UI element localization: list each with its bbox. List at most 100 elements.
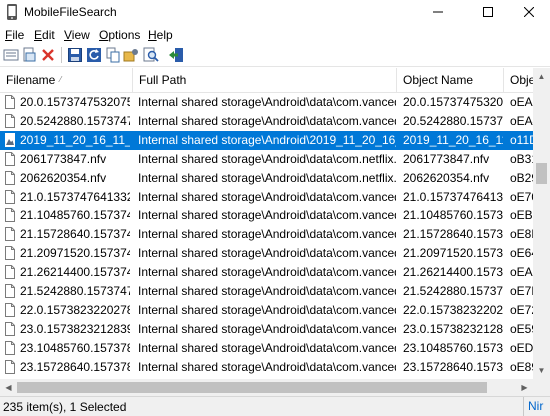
file-list[interactable]: Filename ⁄ Full Path Object Name Objec 2… [0,68,533,379]
table-row[interactable]: 21.5242880.157374716... Internal shared s… [0,282,533,301]
filename-cell: 23.0.1573823212839.v3... [20,321,130,336]
menu-edit[interactable]: Edit [34,28,55,42]
file-icon [5,189,15,204]
object-id-cell: oEB0 [510,208,533,223]
table-row[interactable]: 2061773847.nfv Internal shared storage\An… [0,150,533,169]
menu-view[interactable]: View [64,28,90,42]
scrollbar-corner [533,379,550,396]
minimize-button[interactable] [421,0,455,24]
toolbar-separator [61,47,62,63]
object-id-cell: oE89 [510,359,533,374]
horizontal-scrollbar[interactable]: ◀ ▶ [0,379,533,396]
object-name-cell: 21.0.157374764133... [403,189,503,204]
filename-cell: 23.10485760.15737881... [20,340,130,355]
column-header-full-path[interactable]: Full Path [133,68,397,92]
find-icon[interactable] [143,47,159,63]
full-path-cell: Internal shared storage\Android\data\com… [138,340,396,355]
object-name-cell: 21.10485760.15737... [403,208,503,223]
refresh-icon[interactable] [86,47,102,63]
menu-help[interactable]: Help [148,28,173,42]
column-label: Filename [6,73,56,87]
delete-icon[interactable] [40,47,56,63]
file-icon [5,151,15,166]
column-label: Objec [510,73,533,87]
object-name-cell: 2061773847.nfv [403,151,490,166]
table-row[interactable]: 21.10485760.15737476... Internal shared s… [0,206,533,225]
exit-icon[interactable] [168,47,184,63]
object-name-cell: 23.15728640.15737... [403,359,503,374]
column-header-object-name[interactable]: Object Name [397,68,504,92]
full-path-cell: Internal shared storage\Android\data\com… [138,95,396,109]
table-row[interactable]: 21.0.1573747641332.v3... Internal shared … [0,188,533,207]
filename-cell: 2019_11_20_16_11_12.... [20,132,130,147]
table-row[interactable]: 23.0.1573823212839.v3... Internal shared … [0,320,533,339]
filename-cell: 2061773847.nfv [20,151,107,166]
close-icon [524,7,534,17]
column-header-filename[interactable]: Filename ⁄ [0,68,133,92]
file-icon [5,227,15,242]
table-row[interactable]: 20.5242880.157374789... Internal shared s… [0,112,533,131]
full-path-cell: Internal shared storage\Android\2019_11_… [138,132,396,147]
table-row[interactable]: 21.20971520.15737477... Internal shared s… [0,244,533,263]
app-icon [7,4,17,20]
object-id-cell: oEA7 [510,265,533,280]
file-icon [5,340,15,355]
maximize-icon [483,7,493,17]
file-icon [5,359,15,374]
menu-options[interactable]: Options [99,28,140,42]
maximize-button[interactable] [471,0,505,24]
object-id-cell: oED0 [510,340,533,355]
object-name-cell: 22.0.157382322027... [403,302,503,317]
object-id-cell: oB31 [510,151,533,166]
full-path-cell: Internal shared storage\Android\data\com… [138,284,396,298]
scroll-left-icon[interactable]: ◀ [0,379,17,396]
save-icon[interactable] [67,47,83,63]
horizontal-scrollbar-thumb[interactable] [17,382,487,393]
table-row[interactable]: 21.15728640.15737476... Internal shared s… [0,225,533,244]
scroll-down-icon[interactable]: ▼ [533,362,550,379]
full-path-cell: Internal shared storage\Android\data\com… [138,113,396,128]
scrollbar-thumb[interactable] [536,163,547,184]
full-path-cell: Internal shared storage\Android\data\com… [138,265,396,280]
nirsoft-link[interactable]: Nir [523,397,550,416]
full-path-cell: Internal shared storage\Android\data\com… [138,151,396,166]
filename-cell: 23.15728640.15737882... [20,359,130,374]
minimize-icon [433,11,443,13]
table-row[interactable]: 21.26214400.15737479... Internal shared s… [0,263,533,282]
object-id-cell: oB29 [510,170,533,185]
full-path-cell: Internal shared storage\Android\data\com… [138,359,396,374]
column-header-object-id[interactable]: Objec [504,68,533,92]
object-id-cell: oE8F [510,227,533,242]
filename-cell: 2062620354.nfv [20,170,107,185]
object-name-cell: 21.26214400.15737... [403,265,503,280]
vertical-scrollbar[interactable]: ▲ ▼ [533,68,550,379]
table-row[interactable]: 23.15728640.15737882... Internal shared s… [0,358,533,377]
status-text: 235 item(s), 1 Selected [3,400,127,414]
full-path-cell: Internal shared storage\Android\data\com… [138,227,396,242]
filename-cell: 21.15728640.15737476... [20,227,130,242]
settings-icon[interactable] [123,47,139,63]
object-name-cell: 21.20971520.15737... [403,246,503,261]
sort-ascending-icon: ⁄ [60,75,62,84]
file-icon [5,265,15,280]
object-id-cell: oEA4 [510,113,533,128]
menu-file[interactable]: File [5,28,24,42]
table-row[interactable]: 22.0.1573823220278.v3... Internal shared … [0,301,533,320]
toolbar [0,44,550,67]
table-row[interactable]: 2019_11_20_16_11_12.... Internal shared s… [0,130,533,150]
open-icon[interactable] [21,47,37,63]
menu-bar: File Edit View Options Help [0,25,550,44]
copy-icon[interactable] [105,47,121,63]
scroll-up-icon[interactable]: ▲ [533,68,550,85]
properties-icon[interactable] [3,47,19,63]
table-row[interactable]: 23.10485760.15737881... Internal shared s… [0,339,533,358]
scroll-right-icon[interactable]: ▶ [516,379,533,396]
file-icon [5,246,15,261]
table-row[interactable]: 20.0.1573747532075.v3... Internal shared … [0,93,533,112]
filename-cell: 21.0.1573747641332.v3... [20,189,130,204]
object-id-cell: oE70 [510,189,533,204]
close-button[interactable] [512,0,546,24]
table-row[interactable]: 2062620354.nfv Internal shared storage\An… [0,169,533,188]
object-name-cell: 23.10485760.15737... [403,340,503,355]
object-name-cell: 2062620354.nfv [403,170,490,185]
